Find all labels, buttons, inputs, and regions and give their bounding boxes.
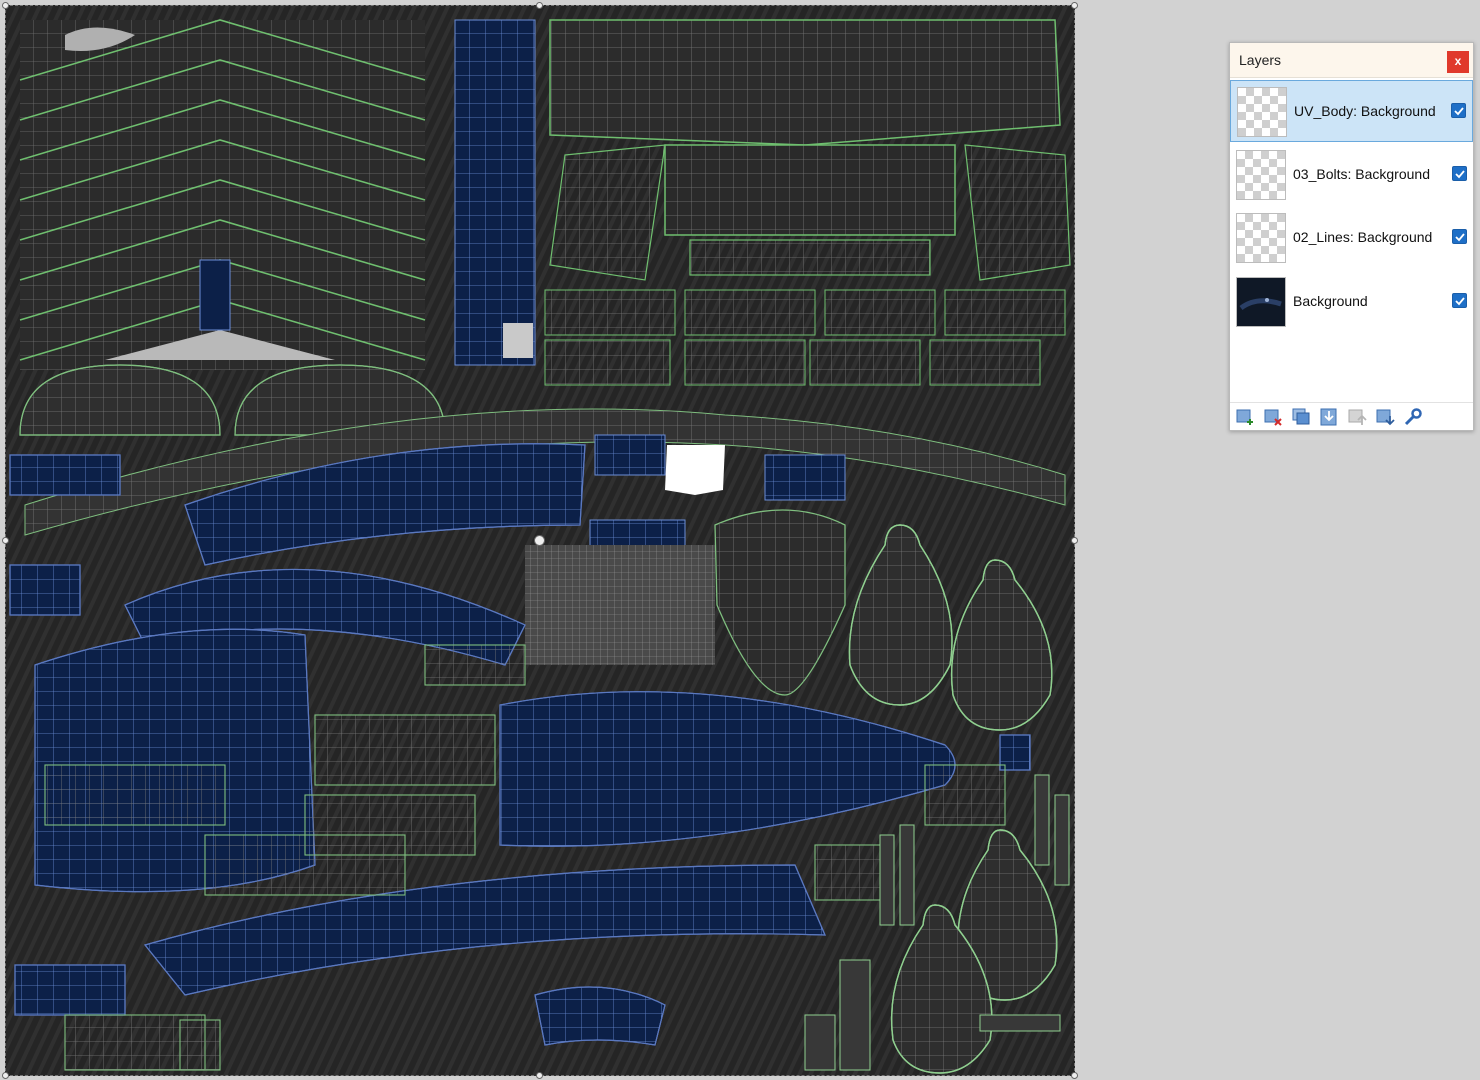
move-layer-up-icon[interactable] (1347, 407, 1367, 427)
layers-toolbar (1230, 402, 1473, 431)
uv-island-top-panels (544, 19, 1071, 386)
delete-layer-icon[interactable] (1263, 407, 1283, 427)
layer-row-uv-body[interactable]: UV_Body: Background (1230, 80, 1473, 142)
layer-thumbnail (1236, 213, 1286, 263)
uv-island-vertical-strip (454, 19, 536, 366)
selection-handle[interactable] (1071, 537, 1078, 544)
layer-visibility-checkbox[interactable] (1451, 103, 1466, 118)
layer-row-bolts[interactable]: 03_Bolts: Background (1230, 144, 1473, 206)
checkmark-icon (1455, 233, 1465, 242)
layer-thumbnail (1236, 277, 1286, 327)
layer-visibility-checkbox[interactable] (1452, 229, 1467, 244)
layer-name: 03_Bolts: Background (1293, 166, 1430, 182)
uv-island-fine-grid (525, 545, 715, 665)
layers-panel-header[interactable]: Layers x (1230, 43, 1473, 78)
selection-center-handle[interactable] (534, 535, 545, 546)
layer-properties-icon[interactable] (1403, 407, 1423, 427)
layer-name: 02_Lines: Background (1293, 229, 1433, 245)
selection-handle[interactable] (1071, 2, 1078, 9)
add-layer-icon[interactable] (1235, 407, 1255, 427)
layers-panel-title: Layers (1239, 52, 1282, 68)
duplicate-layer-icon[interactable] (1291, 407, 1311, 427)
selection-handle[interactable] (536, 2, 543, 9)
layer-visibility-checkbox[interactable] (1452, 166, 1467, 181)
checkmark-icon (1455, 297, 1465, 306)
selection-handle[interactable] (536, 1072, 543, 1079)
selection-handle[interactable] (1071, 1072, 1078, 1079)
layer-visibility-checkbox[interactable] (1452, 293, 1467, 308)
merge-layer-down-icon[interactable] (1319, 407, 1339, 427)
checkmark-icon (1454, 107, 1464, 116)
checkmark-icon (1455, 170, 1465, 179)
selection-handle[interactable] (2, 1072, 9, 1079)
layer-name: UV_Body: Background (1294, 103, 1436, 119)
uv-island-chevrons (19, 19, 426, 370)
layer-name: Background (1293, 293, 1368, 309)
layer-row-lines[interactable]: 02_Lines: Background (1230, 207, 1473, 269)
layer-thumbnail (1237, 87, 1287, 137)
layers-panel: Layers x UV_Body: Background 03_Bolts: B… (1229, 42, 1474, 431)
move-layer-down-icon[interactable] (1375, 407, 1395, 427)
layer-row-background[interactable]: Background (1230, 271, 1473, 333)
selection-handle[interactable] (2, 2, 9, 9)
close-button[interactable]: x (1447, 51, 1469, 73)
layer-thumbnail (1236, 150, 1286, 200)
selection-handle[interactable] (2, 537, 9, 544)
